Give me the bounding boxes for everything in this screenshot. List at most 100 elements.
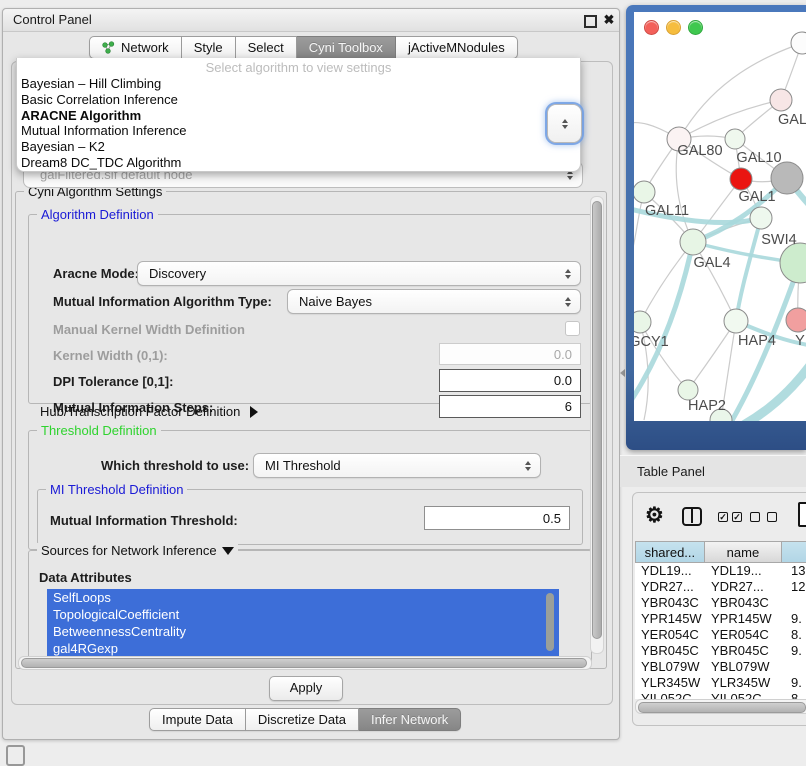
- table-hscrollbar-track[interactable]: [635, 699, 806, 714]
- screen: { "control_panel": { "title": "Control P…: [0, 0, 806, 762]
- threshold-definition-group: Threshold Definition Which threshold to …: [28, 430, 592, 550]
- aracne-mode-combobox[interactable]: Discovery: [137, 261, 581, 286]
- algorithm-option[interactable]: Bayesian – K2: [17, 139, 580, 155]
- window-minimize-traffic-light[interactable]: [666, 20, 681, 35]
- table-row[interactable]: YIL052CYIL052C8.: [635, 691, 806, 699]
- new-table-icon[interactable]: [798, 502, 806, 527]
- gear-icon[interactable]: ⚙: [645, 505, 664, 526]
- network-node-GAL11[interactable]: [634, 181, 655, 203]
- settings-vscrollbar-thumb[interactable]: [592, 201, 602, 639]
- table-cell: YBR043C: [635, 595, 707, 611]
- network-node-SWI4[interactable]: [750, 207, 772, 229]
- mi-steps-input[interactable]: 6: [439, 395, 581, 418]
- attributes-list-scrollbar-thumb[interactable]: [546, 593, 554, 651]
- column-header-shared-name[interactable]: shared...: [635, 541, 705, 563]
- window-close-traffic-light[interactable]: [644, 20, 659, 35]
- tab-jactivemnodules[interactable]: jActiveMNodules: [396, 36, 518, 59]
- table-cell: YBR043C: [707, 595, 787, 611]
- table-row[interactable]: YDL19...YDL19...13: [635, 563, 806, 579]
- float-window-icon[interactable]: [584, 15, 597, 28]
- network-node-GAL1[interactable]: [730, 168, 752, 190]
- table-hscrollbar-thumb[interactable]: [638, 702, 806, 713]
- dpi-tolerance-input[interactable]: 0.0: [439, 369, 581, 392]
- tab-infer-network[interactable]: Infer Network: [359, 708, 461, 731]
- column-header-name[interactable]: name: [705, 541, 782, 563]
- data-attribute-item[interactable]: TopologicalCoefficient: [47, 606, 559, 623]
- data-attribute-item[interactable]: SelfLoops: [47, 589, 559, 606]
- mutual-information-threshold-input[interactable]: 0.5: [424, 506, 570, 530]
- mi-algorithm-type-combobox[interactable]: Naive Bayes: [287, 289, 581, 314]
- network-node-GAL-partial[interactable]: [770, 89, 792, 111]
- network-node-HAP2[interactable]: [678, 380, 698, 400]
- network-node-big-green[interactable]: [780, 243, 806, 283]
- control-panel-tabs: Network Style Select Cyni Toolbox jActiv…: [89, 36, 518, 59]
- column-header-partial[interactable]: [782, 541, 806, 563]
- algorithm-option[interactable]: Dream8 DC_TDC Algorithm: [17, 155, 580, 171]
- table-cell: 8.: [787, 691, 806, 699]
- inference-algorithm-combobox-focus[interactable]: [548, 105, 581, 142]
- algorithm-option[interactable]: Mutual Information Inference: [17, 123, 580, 139]
- apply-button[interactable]: Apply: [269, 676, 343, 701]
- tab-style[interactable]: Style: [182, 36, 236, 59]
- network-node-GAL4[interactable]: [680, 229, 706, 255]
- close-icon[interactable]: ✖: [601, 11, 617, 29]
- network-graph[interactable]: GALGAL80GAL10GAL1GAL11SWI4GAL4GCY1HAP4YH…: [634, 12, 806, 421]
- network-node-salmon-node[interactable]: [786, 308, 806, 332]
- network-node-gray-node[interactable]: [771, 162, 803, 194]
- data-attributes-list[interactable]: SelfLoopsTopologicalCoefficientBetweenne…: [47, 589, 559, 657]
- table-row[interactable]: YDR27...YDR27...12: [635, 579, 806, 595]
- manual-kernel-width-checkbox[interactable]: [565, 321, 580, 336]
- table-row[interactable]: YPR145WYPR145W9.: [635, 611, 806, 627]
- kernel-width-input[interactable]: 0.0: [439, 343, 581, 365]
- table-row[interactable]: YER054CYER054C8.: [635, 627, 806, 643]
- split-columns-icon[interactable]: [682, 507, 702, 526]
- table-cell: 13: [787, 563, 806, 579]
- select-all-columns-icon[interactable]: ✓ ✓: [718, 512, 742, 522]
- table-row[interactable]: YBR045CYBR045C9.: [635, 643, 806, 659]
- network-canvas[interactable]: GALGAL80GAL10GAL1GAL11SWI4GAL4GCY1HAP4YH…: [634, 12, 806, 421]
- kernel-width-label: Kernel Width (0,1):: [53, 347, 168, 365]
- network-edge[interactable]: [688, 321, 736, 390]
- network-node-label-GAL4: GAL4: [693, 255, 730, 271]
- table-cell: 9.: [787, 611, 806, 627]
- network-node-HAP4[interactable]: [724, 309, 748, 333]
- splitpane-collapse-handle[interactable]: [620, 369, 625, 377]
- table-row[interactable]: YBR043CYBR043C: [635, 595, 806, 611]
- algorithm-option[interactable]: Bayesian – Hill Climbing: [17, 76, 580, 92]
- window-zoom-traffic-light[interactable]: [688, 20, 703, 35]
- table-row[interactable]: YBL079WYBL079W: [635, 659, 806, 675]
- table-cell: YDL19...: [707, 563, 787, 579]
- tab-network[interactable]: Network: [89, 36, 182, 59]
- tab-cyni-toolbox[interactable]: Cyni Toolbox: [297, 36, 396, 59]
- network-node-label-salmon-node: Y: [795, 333, 805, 349]
- table-body[interactable]: YDL19...YDL19...13YDR27...YDR27...12YBR0…: [635, 563, 806, 699]
- table-cell: 12: [787, 579, 806, 595]
- hub-transcription-section-toggle[interactable]: Hub/Transcription Factor Definition: [40, 404, 258, 419]
- table-cell: YLR345W: [635, 675, 707, 691]
- settings-hscrollbar-thumb[interactable]: [21, 658, 587, 668]
- table-cell: YPR145W: [707, 611, 787, 627]
- network-icon: [102, 41, 115, 54]
- deselect-all-columns-icon[interactable]: [750, 512, 777, 522]
- which-threshold-combobox[interactable]: MI Threshold: [253, 453, 541, 478]
- network-edge-highlighted[interactable]: [736, 218, 761, 321]
- data-attribute-item[interactable]: BetweennessCentrality: [47, 623, 559, 640]
- algorithm-option[interactable]: Basic Correlation Inference: [17, 92, 580, 108]
- settings-vscrollbar-track[interactable]: [590, 196, 604, 654]
- collapsed-panel-icon[interactable]: [6, 745, 25, 766]
- tab-select[interactable]: Select: [236, 36, 297, 59]
- tab-impute-data[interactable]: Impute Data: [149, 708, 246, 731]
- table-panel-title: Table Panel: [637, 456, 705, 487]
- network-node-GAL10[interactable]: [725, 129, 745, 149]
- table-row[interactable]: YLR345WYLR345W9.: [635, 675, 806, 691]
- algorithm-option[interactable]: ARACNE Algorithm: [17, 108, 580, 124]
- data-attribute-item[interactable]: gal4RGexp: [47, 640, 559, 657]
- aracne-mode-label: Aracne Mode:: [53, 265, 139, 283]
- tab-discretize-data[interactable]: Discretize Data: [246, 708, 359, 731]
- cyni-algorithm-settings-group: Cyni Algorithm Settings Algorithm Defini…: [15, 191, 607, 669]
- network-node-node-top[interactable]: [791, 32, 806, 54]
- dpi-tolerance-label: DPI Tolerance [0,1]:: [53, 373, 173, 391]
- settings-hscrollbar-track[interactable]: [18, 656, 592, 670]
- network-node-GCY1[interactable]: [634, 311, 651, 333]
- sources-group-title[interactable]: Sources for Network Inference: [37, 543, 238, 558]
